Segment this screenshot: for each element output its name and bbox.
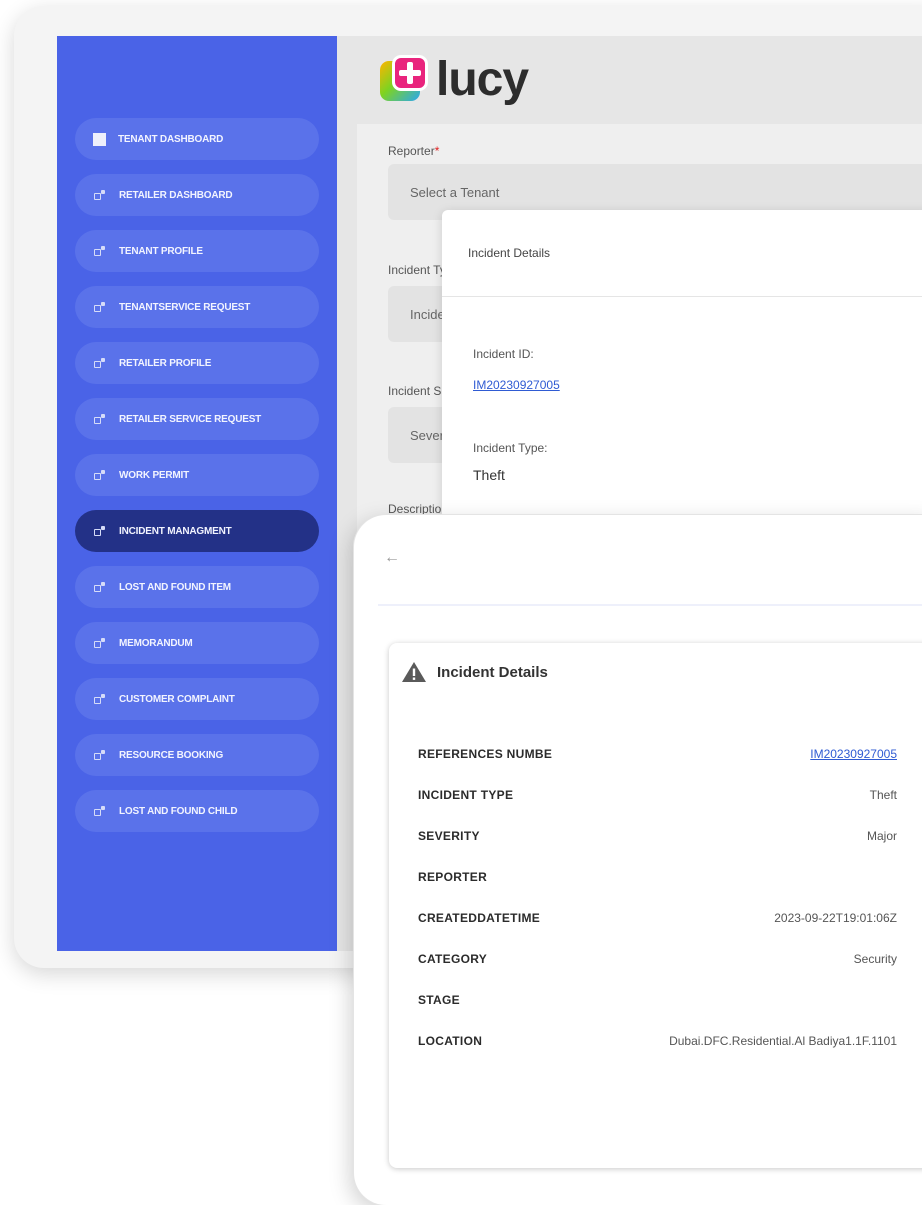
module-icon bbox=[93, 636, 107, 650]
sidebar-item-label: TENANT DASHBOARD bbox=[118, 133, 224, 145]
module-icon bbox=[93, 412, 107, 426]
detail-value: Dubai.DFC.Residential.Al Badiya1.1F.1101 bbox=[669, 1034, 897, 1048]
detail-row-severity: SEVERITY Major bbox=[418, 829, 897, 849]
detail-row-category: CATEGORY Security bbox=[418, 952, 897, 972]
detail-row-stage: STAGE bbox=[418, 993, 897, 1013]
detail-key: STAGE bbox=[418, 993, 460, 1007]
module-icon bbox=[93, 804, 107, 818]
sidebar-item-memorandum[interactable]: MEMORANDUM bbox=[75, 622, 319, 664]
reporter-label: Reporter* bbox=[388, 144, 440, 158]
detail-key: CREATEDDATETIME bbox=[418, 911, 541, 925]
module-icon bbox=[93, 188, 107, 202]
sidebar-item-lost-and-found-child[interactable]: LOST AND FOUND CHILD bbox=[75, 790, 319, 832]
sidebar-item-label: RETAILER SERVICE REQUEST bbox=[119, 413, 262, 425]
sidebar-item-label: RETAILER DASHBOARD bbox=[119, 189, 233, 201]
detail-value: Major bbox=[866, 829, 897, 843]
module-icon bbox=[93, 244, 107, 258]
module-icon bbox=[93, 524, 107, 538]
sidebar-item-label: CUSTOMER COMPLAINT bbox=[119, 693, 235, 705]
logo-text: lucy bbox=[436, 53, 529, 106]
detail-row-location: LOCATION Dubai.DFC.Residential.Al Badiya… bbox=[418, 1034, 897, 1054]
arrow-left-icon[interactable]: ← bbox=[384, 549, 400, 567]
divider bbox=[378, 604, 922, 606]
sidebar-item-retailer-service-request[interactable]: RETAILER SERVICE REQUEST bbox=[75, 398, 319, 440]
incident-id-label: Incident ID: bbox=[473, 347, 534, 361]
incident-id-link[interactable]: IM20230927005 bbox=[473, 378, 560, 392]
sidebar-item-label: TENANT PROFILE bbox=[119, 245, 203, 257]
sidebar-item-label: RETAILER PROFILE bbox=[119, 357, 212, 369]
required-mark: * bbox=[434, 144, 440, 158]
sidebar-item-tenant-service-request[interactable]: TENANTSERVICE REQUEST bbox=[75, 286, 319, 328]
detail-key: LOCATION bbox=[418, 1034, 483, 1048]
incident-details-panel: Incident Details REFERENCES NUMBE IM2023… bbox=[389, 643, 922, 1168]
detail-key: CATEGORY bbox=[418, 952, 488, 966]
sidebar: TENANT DASHBOARD RETAILER DASHBOARD TENA… bbox=[57, 36, 337, 951]
sidebar-item-retailer-dashboard[interactable]: RETAILER DASHBOARD bbox=[75, 174, 319, 216]
module-icon bbox=[93, 356, 107, 370]
front-tablet: ← Incident Details REFERENCES NUMBE IM20… bbox=[354, 515, 922, 1205]
panel-header: Incident Details bbox=[401, 661, 548, 683]
detail-row-incident-type: INCIDENT TYPE Theft bbox=[418, 788, 897, 808]
sidebar-item-label: RESOURCE BOOKING bbox=[119, 749, 224, 761]
card-title: Incident Details bbox=[468, 246, 551, 260]
incident-severity-label: Incident S bbox=[388, 384, 442, 398]
reference-number-link[interactable]: IM20230927005 bbox=[810, 747, 897, 761]
detail-row-reporter: REPORTER bbox=[418, 870, 897, 890]
incident-type-label: Incident Type: bbox=[473, 441, 548, 455]
sidebar-item-label: WORK PERMIT bbox=[119, 469, 190, 481]
logo-icon bbox=[380, 55, 430, 105]
panel-title: Incident Details bbox=[437, 663, 548, 681]
description-label: Descriptio bbox=[388, 502, 442, 516]
module-icon bbox=[93, 748, 107, 762]
warning-icon bbox=[402, 662, 426, 682]
detail-row-reference: REFERENCES NUMBE IM20230927005 bbox=[418, 747, 897, 767]
sidebar-item-resource-booking[interactable]: RESOURCE BOOKING bbox=[75, 734, 319, 776]
reporter-placeholder: Select a Tenant bbox=[410, 184, 500, 200]
sidebar-item-tenant-dashboard[interactable]: TENANT DASHBOARD bbox=[75, 118, 319, 160]
incident-type-label: Incident Ty bbox=[388, 263, 446, 277]
module-icon bbox=[93, 692, 107, 706]
detail-key: REPORTER bbox=[418, 870, 488, 884]
sidebar-item-lost-and-found-item[interactable]: LOST AND FOUND ITEM bbox=[75, 566, 319, 608]
detail-value: 2023-09-22T19:01:06Z bbox=[774, 911, 897, 925]
sidebar-item-label: TENANTSERVICE REQUEST bbox=[119, 301, 251, 313]
detail-key: INCIDENT TYPE bbox=[418, 788, 514, 802]
module-icon bbox=[93, 300, 107, 314]
sidebar-item-customer-complaint[interactable]: CUSTOMER COMPLAINT bbox=[75, 678, 319, 720]
module-icon bbox=[93, 580, 107, 594]
detail-value: Theft bbox=[869, 788, 897, 802]
sidebar-item-incident-management[interactable]: INCIDENT MANAGMENT bbox=[75, 510, 319, 552]
sidebar-item-label: LOST AND FOUND CHILD bbox=[119, 805, 238, 817]
sidebar-item-label: MEMORANDUM bbox=[119, 637, 193, 649]
sidebar-item-tenant-profile[interactable]: TENANT PROFILE bbox=[75, 230, 319, 272]
divider bbox=[442, 296, 922, 297]
detail-key: SEVERITY bbox=[418, 829, 480, 843]
sidebar-item-label: INCIDENT MANAGMENT bbox=[119, 525, 232, 537]
incident-details-card: Incident Details Incident ID: IM20230927… bbox=[442, 210, 922, 550]
module-icon bbox=[93, 468, 107, 482]
app-logo: lucy bbox=[380, 52, 529, 108]
square-icon bbox=[93, 132, 106, 146]
sidebar-item-label: LOST AND FOUND ITEM bbox=[119, 581, 231, 593]
sidebar-item-retailer-profile[interactable]: RETAILER PROFILE bbox=[75, 342, 319, 384]
detail-value: Security bbox=[853, 952, 897, 966]
incident-type-value: Theft bbox=[473, 467, 505, 483]
detail-row-created: CREATEDDATETIME 2023-09-22T19:01:06Z bbox=[418, 911, 897, 931]
sidebar-item-work-permit[interactable]: WORK PERMIT bbox=[75, 454, 319, 496]
detail-key: REFERENCES NUMBE bbox=[418, 747, 553, 761]
